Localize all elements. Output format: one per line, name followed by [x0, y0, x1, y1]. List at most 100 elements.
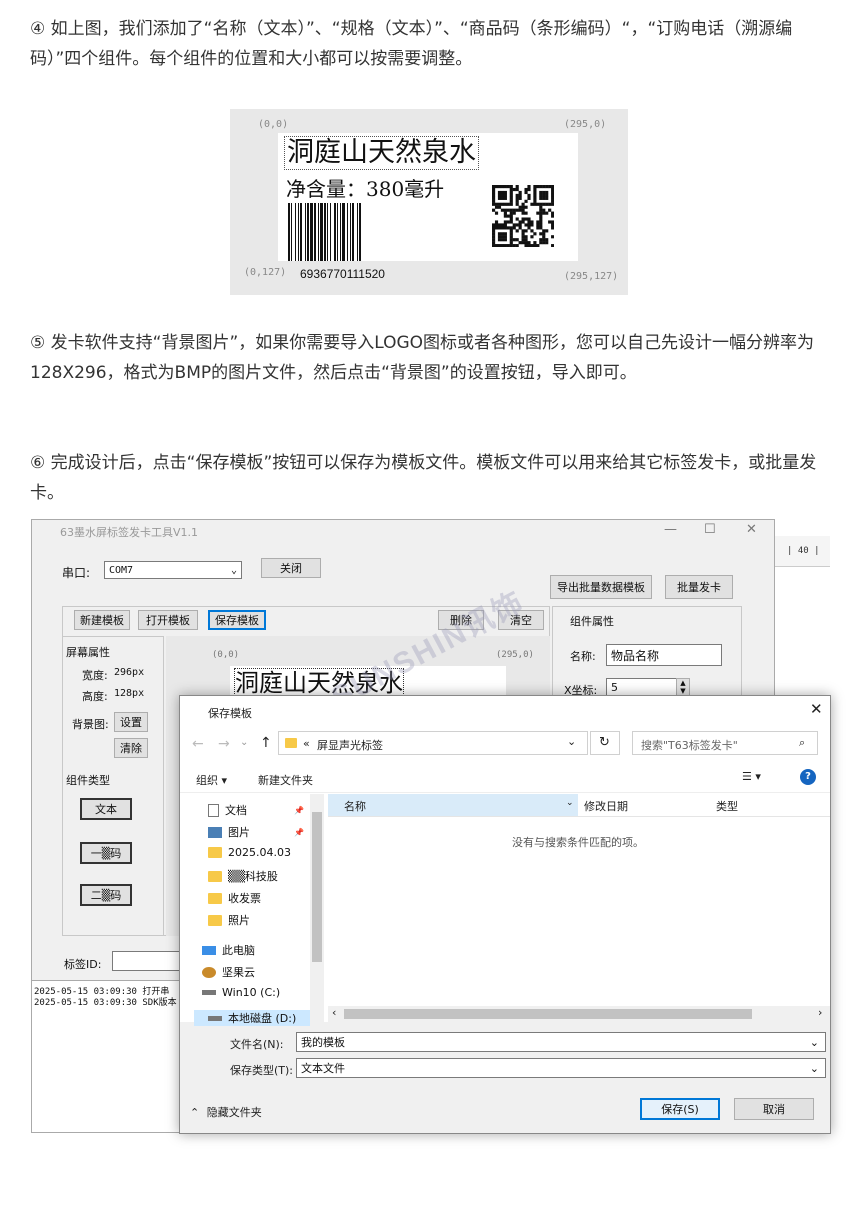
- save-button[interactable]: 保存(S): [640, 1098, 720, 1120]
- nav-item[interactable]: 文档 📌: [208, 802, 304, 818]
- dialog-close-icon[interactable]: ✕: [810, 700, 823, 718]
- folder-icon: [208, 847, 222, 858]
- filename-value: 我的模板: [301, 1036, 345, 1049]
- filetype-label: 保存类型(T):: [230, 1064, 294, 1077]
- nav-item[interactable]: 此电脑: [202, 942, 255, 958]
- label-preview-figure: (0,0) (295,0) (0,127) (295,127) 洞庭山天然泉水 …: [230, 109, 628, 295]
- chevron-down-icon: ⌄: [809, 1035, 819, 1049]
- x-coord-stepper[interactable]: ▲ ▼: [676, 678, 690, 696]
- qrcode-icon: [492, 185, 554, 247]
- save-template-button[interactable]: 保存模板: [208, 610, 266, 630]
- refresh-button[interactable]: ↻: [590, 731, 620, 755]
- forward-arrow-icon[interactable]: →: [218, 736, 230, 752]
- dialog-footer: 文件名(N): 我的模板 ⌄ 保存类型(T): 文本文件 ⌄ ⌃ 隐藏文件夹 保…: [180, 1022, 830, 1133]
- port-label: 串口:: [62, 566, 91, 580]
- add-qrcode-button[interactable]: 二▒码: [80, 884, 132, 906]
- barcode-icon: [288, 203, 361, 261]
- col-type-header[interactable]: 类型: [716, 798, 738, 814]
- dialog-title: 保存模板: [208, 707, 252, 720]
- nav-item-label: 2025.04.03: [228, 846, 291, 859]
- filename-input[interactable]: 我的模板 ⌄: [296, 1032, 826, 1052]
- batch-issue-button[interactable]: 批量发卡: [665, 575, 733, 599]
- col-name-header[interactable]: 名称 ⌄: [328, 794, 578, 816]
- bg-label: 背景图:: [72, 718, 109, 731]
- address-bar[interactable]: « 屏显声光标签 ⌄: [278, 731, 588, 755]
- height-value: 128px: [114, 688, 145, 699]
- window-title: 63墨水屏标签发卡工具V1.1: [60, 526, 199, 539]
- nav-item-label: ▒▒科技股: [228, 870, 278, 883]
- nav-scroll-thumb[interactable]: [312, 812, 322, 962]
- pin-icon: 📌: [294, 805, 304, 815]
- save-template-dialog: 保存模板 ✕ ← → ⌄ ↑ « 屏显声光标签 ⌄ ↻ 搜索"T63标签发卡" …: [179, 695, 831, 1134]
- hscrollbar[interactable]: ‹ ›: [328, 1006, 830, 1022]
- component-props-heading: 组件属性: [570, 615, 614, 628]
- minimize-icon[interactable]: —: [664, 522, 677, 537]
- nav-item[interactable]: ▒▒科技股: [208, 868, 278, 884]
- nav-item[interactable]: 坚果云: [202, 964, 255, 980]
- name-input[interactable]: 物品名称: [606, 644, 722, 666]
- port-select[interactable]: COM7 ⌄: [104, 561, 242, 579]
- filename-label: 文件名(N):: [230, 1038, 284, 1051]
- folder-icon: [208, 870, 222, 882]
- chevron-down-icon[interactable]: ⌄: [567, 735, 576, 748]
- bg-set-button[interactable]: 设置: [114, 712, 148, 732]
- nav-item[interactable]: 2025.04.03: [208, 846, 291, 859]
- chevron-down-icon: ⌄: [809, 1061, 819, 1075]
- coord-top-left: (0,0): [258, 119, 289, 130]
- open-template-button[interactable]: 打开模板: [138, 610, 198, 630]
- up-arrow-icon[interactable]: ↑: [260, 735, 272, 751]
- hscroll-thumb[interactable]: [344, 1009, 752, 1019]
- close-icon[interactable]: ✕: [746, 522, 757, 537]
- canvas-coord-top-left: (0,0): [212, 650, 240, 660]
- help-icon[interactable]: ?: [800, 769, 816, 785]
- file-list-header: 名称 ⌄ 修改日期 类型: [328, 794, 830, 817]
- search-icon: ⌕: [799, 736, 806, 749]
- hide-folders-toggle[interactable]: ⌃ 隐藏文件夹: [190, 1104, 262, 1120]
- nav-item[interactable]: 照片: [208, 912, 250, 928]
- tag-id-label: 标签ID:: [64, 958, 102, 971]
- filetype-select[interactable]: 文本文件 ⌄: [296, 1058, 826, 1078]
- nav-item[interactable]: 收发票: [208, 890, 261, 906]
- nav-item[interactable]: Win10 (C:): [202, 986, 280, 999]
- folder-icon: [208, 892, 222, 904]
- view-options-icon[interactable]: ☰ ▾: [742, 770, 761, 783]
- nav-item-label: 本地磁盘 (D:): [228, 1012, 297, 1025]
- organize-button[interactable]: 组织 ▾: [196, 772, 227, 788]
- nav-item-label: 此电脑: [222, 944, 255, 957]
- nut-icon: [202, 966, 216, 978]
- add-barcode-button[interactable]: 一▒码: [80, 842, 132, 864]
- back-arrow-icon[interactable]: ←: [192, 736, 204, 752]
- history-chevron-icon[interactable]: ⌄: [240, 737, 248, 748]
- port-value: COM7: [109, 564, 134, 576]
- col-date-header[interactable]: 修改日期: [584, 798, 628, 814]
- label-title: 洞庭山天然泉水: [284, 136, 479, 170]
- add-text-button[interactable]: 文本: [80, 798, 132, 820]
- nav-item-label: 图片: [228, 826, 250, 839]
- maximize-icon[interactable]: ☐: [704, 522, 716, 537]
- nav-item[interactable]: 本地磁盘 (D:): [194, 1010, 310, 1026]
- new-folder-button[interactable]: 新建文件夹: [258, 772, 313, 788]
- component-type-heading: 组件类型: [66, 774, 110, 787]
- empty-message: 没有与搜索条件匹配的项。: [512, 836, 644, 849]
- pic-icon: [208, 826, 222, 838]
- nav-scrollbar[interactable]: [310, 794, 324, 1022]
- folder-icon: [208, 914, 222, 926]
- paragraph-step5: ⑤ 发卡软件支持“背景图片”，如果你需要导入LOGO图标或者各种图形，您可以自己…: [30, 333, 815, 383]
- nav-item[interactable]: 图片 📌: [208, 824, 304, 840]
- log-panel: 2025-05-15 03:09:30 打开串 2025-05-15 03:09…: [32, 980, 192, 1132]
- chevron-down-icon: ⌄: [566, 798, 574, 808]
- new-template-button[interactable]: 新建模板: [74, 610, 130, 630]
- export-batch-template-button[interactable]: 导出批量数据模板: [550, 575, 652, 599]
- search-input[interactable]: 搜索"T63标签发卡" ⌕: [632, 731, 818, 755]
- width-value: 296px: [114, 667, 145, 678]
- scroll-left-icon[interactable]: ‹: [332, 1006, 336, 1019]
- bg-clear-button[interactable]: 清除: [114, 738, 148, 758]
- close-port-button[interactable]: 关闭: [261, 558, 321, 578]
- folder-icon: [285, 738, 297, 748]
- doc-icon: [208, 803, 219, 817]
- col-name-label: 名称: [344, 800, 366, 813]
- scroll-right-icon[interactable]: ›: [818, 1006, 822, 1019]
- hide-folders-label: 隐藏文件夹: [206, 1106, 262, 1119]
- filetype-value: 文本文件: [301, 1062, 345, 1075]
- cancel-button[interactable]: 取消: [734, 1098, 814, 1120]
